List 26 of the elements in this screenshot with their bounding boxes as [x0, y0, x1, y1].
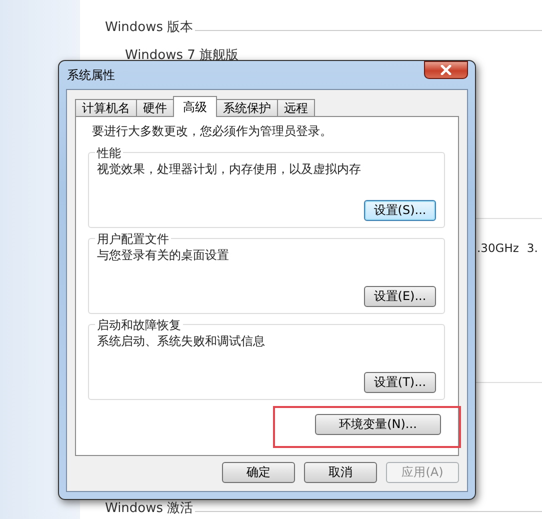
close-icon — [440, 65, 452, 75]
group-title: 用户配置文件 — [95, 231, 171, 248]
tab[interactable]: 高级 — [173, 96, 217, 117]
edition-text: Windows 7 旗舰版 — [125, 47, 240, 64]
value-text: 3. — [526, 241, 538, 255]
window-title: 系统属性 — [66, 66, 115, 84]
environment-variables-button[interactable]: 环境变量(N)... — [315, 414, 441, 435]
tab[interactable]: 远程 — [277, 99, 315, 116]
tab[interactable]: 计算机名 — [75, 99, 137, 116]
group-title: 性能 — [95, 145, 123, 162]
dialog-button[interactable]: 确定 — [222, 462, 295, 483]
close-button[interactable] — [424, 61, 468, 79]
notice-text: 要进行大多数更改，您必须作为管理员登录。 — [92, 123, 333, 140]
dialog-button[interactable]: 取消 — [304, 462, 377, 483]
group-description: 视觉效果，处理器计划，内存使用，以及虚拟内存 — [97, 161, 362, 178]
tab[interactable]: 硬件 — [136, 99, 174, 116]
section-title: Windows 版本 — [105, 19, 194, 36]
section-title: Windows 激活 — [105, 500, 194, 517]
cpu-speed-text: .30GHz — [477, 241, 519, 255]
group-title: 启动和故障恢复 — [95, 317, 183, 334]
tab[interactable]: 系统保护 — [216, 99, 278, 116]
settings-button[interactable]: 设置(T)... — [364, 372, 436, 393]
group-description: 与您登录有关的桌面设置 — [97, 247, 230, 264]
settings-button[interactable]: 设置(E)... — [364, 286, 436, 307]
settings-button[interactable]: 设置(S)... — [364, 200, 436, 221]
group-description: 系统启动、系统失败和调试信息 — [97, 333, 266, 350]
